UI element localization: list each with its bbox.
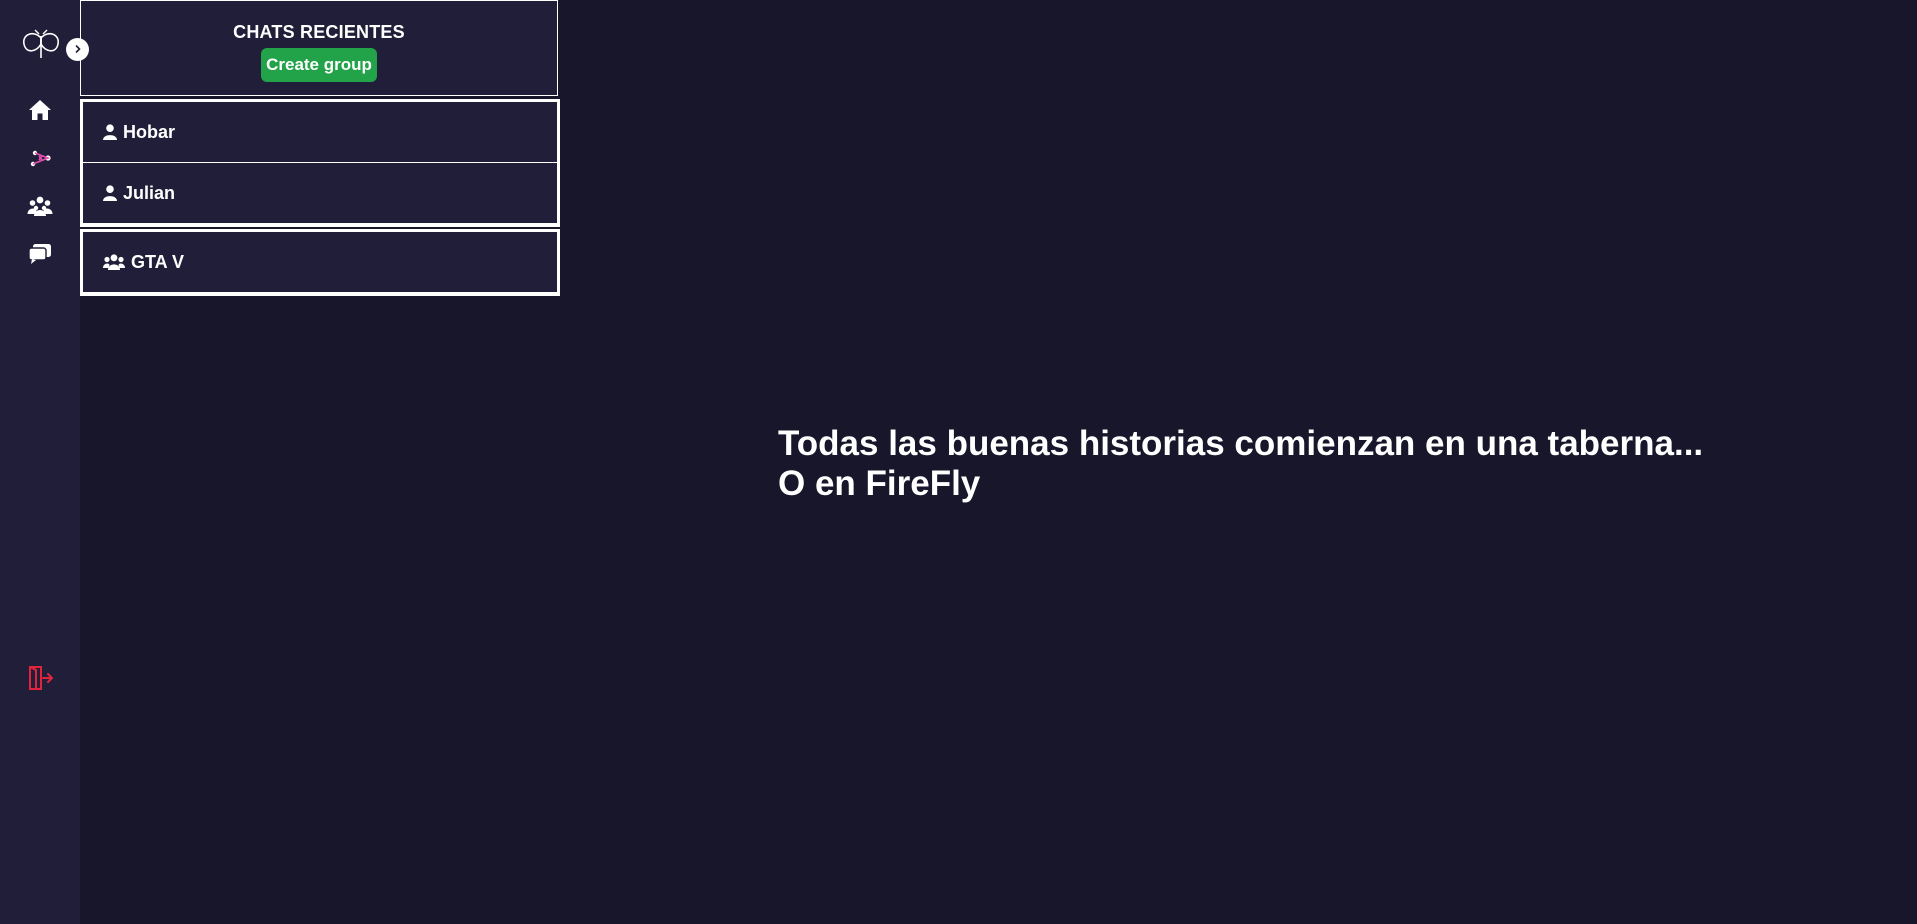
- chat-label: GTA V: [131, 251, 184, 272]
- comments-icon: [28, 243, 52, 270]
- sidebar: [0, 0, 89, 924]
- nav-groups-button[interactable]: [26, 194, 54, 222]
- home-icon: [28, 99, 52, 126]
- users-icon: [27, 195, 53, 222]
- chat-label: Hobar: [123, 121, 176, 142]
- panel-title: CHATS RECIENTES: [233, 22, 405, 42]
- chevron-right-icon: [73, 41, 83, 59]
- nav-match-button[interactable]: [26, 147, 54, 175]
- app-root: CHATS RECIENTES Create group Hobar Julia…: [0, 0, 1917, 924]
- chat-item-hobar[interactable]: Hobar: [83, 102, 557, 162]
- chat-label: Julian: [123, 182, 176, 203]
- firefly-logo-icon[interactable]: [20, 28, 62, 62]
- logout-icon: [27, 665, 53, 696]
- sparkle-connect-icon: [28, 148, 52, 175]
- welcome-line-2: O en FireFly: [778, 464, 981, 503]
- nav-chats-button[interactable]: [26, 242, 54, 270]
- create-group-button[interactable]: Create group: [261, 48, 377, 82]
- welcome-line-1: Todas las buenas historias comienzan en …: [778, 424, 1704, 463]
- group-icon: [103, 254, 125, 270]
- chats-panel-header: CHATS RECIENTES Create group: [80, 0, 558, 96]
- user-icon: [103, 124, 117, 140]
- logout-button[interactable]: [26, 665, 54, 696]
- expand-sidebar-button[interactable]: [66, 38, 89, 61]
- direct-chats-list: Hobar Julian: [80, 99, 560, 227]
- chat-item-julian[interactable]: Julian: [83, 163, 557, 223]
- group-chats-list: GTA V: [80, 229, 560, 296]
- chat-item-gta-v[interactable]: GTA V: [83, 232, 557, 292]
- welcome-message: Todas las buenas historias comienzan en …: [778, 424, 1703, 504]
- nav-home-button[interactable]: [26, 98, 54, 126]
- user-icon: [103, 185, 117, 201]
